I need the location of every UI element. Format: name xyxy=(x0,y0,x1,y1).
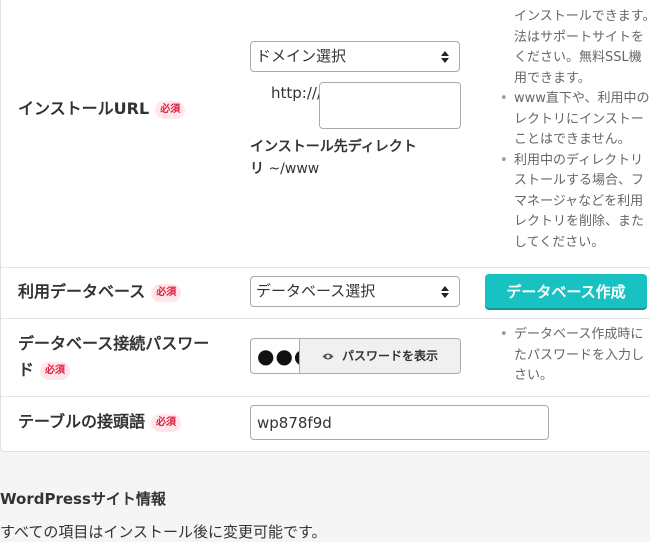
install-note-line: ください。無料SSL機 xyxy=(514,50,642,65)
install-note-line: レクトリを削除、また xyxy=(514,214,645,229)
table-prefix-label: テーブルの接頭語 必須 xyxy=(18,409,182,435)
database-label: 利用データベース 必須 xyxy=(18,279,182,305)
db-password-label-line1: データベース接続パスワー xyxy=(18,334,210,353)
install-note-line: マネージャなどを利用 xyxy=(514,193,644,209)
domain-select[interactable]: ドメイン選択 xyxy=(250,41,460,72)
install-url-label-text: インストールURL xyxy=(18,99,150,118)
install-directory-suffix: ~/www xyxy=(268,161,320,177)
select-arrows-icon xyxy=(441,286,449,298)
table-prefix-label-text: テーブルの接頭語 xyxy=(18,412,146,431)
protocol-prefix: http:/// xyxy=(271,84,323,102)
install-note-line: ストールする場合、フ xyxy=(514,173,645,188)
select-arrows-icon xyxy=(441,51,449,63)
site-info-note: すべての項目はインストール後に変更可能です。 xyxy=(0,523,327,541)
row-divider xyxy=(1,318,650,319)
required-badge: 必須 xyxy=(155,100,186,119)
install-url-label: インストールURL 必須 xyxy=(18,96,186,122)
database-select-value: データベース選択 xyxy=(256,282,376,300)
required-badge: 必須 xyxy=(40,361,71,380)
site-info-title: WordPressサイト情報 xyxy=(0,490,166,508)
show-password-button[interactable]: パスワードを表示 xyxy=(299,339,460,373)
db-password-note-line: さい。 xyxy=(514,368,554,383)
install-note-line: 法はサポートサイトを xyxy=(514,29,645,45)
database-select[interactable]: データベース選択 xyxy=(250,276,460,307)
db-password-label-line2: ド xyxy=(18,360,35,379)
db-password-label: データベース接続パスワー ド必須 xyxy=(18,331,228,383)
install-note-line: 利用中のディレクトリ xyxy=(500,151,650,172)
row-divider xyxy=(1,396,650,397)
eye-icon xyxy=(322,353,334,360)
install-settings-panel: インストールURL 必須 ドメイン選択 http:/// インストール先ディレクト… xyxy=(0,0,650,452)
install-note-line: ことはできません。 xyxy=(514,132,631,147)
install-note-line: インストールできます。 xyxy=(514,9,650,24)
required-badge: 必須 xyxy=(151,413,182,432)
install-note-line: 用できます。 xyxy=(514,70,591,86)
install-note-line: レクトリにインストー xyxy=(514,111,644,127)
db-password-field[interactable]: ●●● パスワードを表示 xyxy=(250,338,461,374)
table-prefix-input[interactable] xyxy=(250,405,549,440)
db-password-masked-value: ●●● xyxy=(257,344,301,368)
create-database-button[interactable]: データベース作成 xyxy=(485,274,647,308)
install-url-notes: インストールできます。法はサポートサイトをください。無料SSL機用できます。 ww… xyxy=(500,7,650,253)
install-note-line: してください。 xyxy=(514,234,605,250)
row-divider xyxy=(1,267,650,268)
show-password-label: パスワードを表示 xyxy=(341,349,438,363)
domain-select-value: ドメイン選択 xyxy=(256,47,347,65)
required-badge: 必須 xyxy=(151,283,182,302)
db-password-note-line: たパスワードを入力し xyxy=(514,347,645,363)
db-password-note-line: データベース作成時に xyxy=(500,325,650,346)
db-password-notes: データベース作成時にたパスワードを入力しさい。 xyxy=(500,325,650,387)
install-note-line: www直下や、利用中の xyxy=(500,89,650,110)
install-directory-input[interactable] xyxy=(319,82,461,129)
database-label-text: 利用データベース xyxy=(18,282,146,301)
install-directory-label: インストール先ディレクトリ ~/www xyxy=(250,136,430,180)
